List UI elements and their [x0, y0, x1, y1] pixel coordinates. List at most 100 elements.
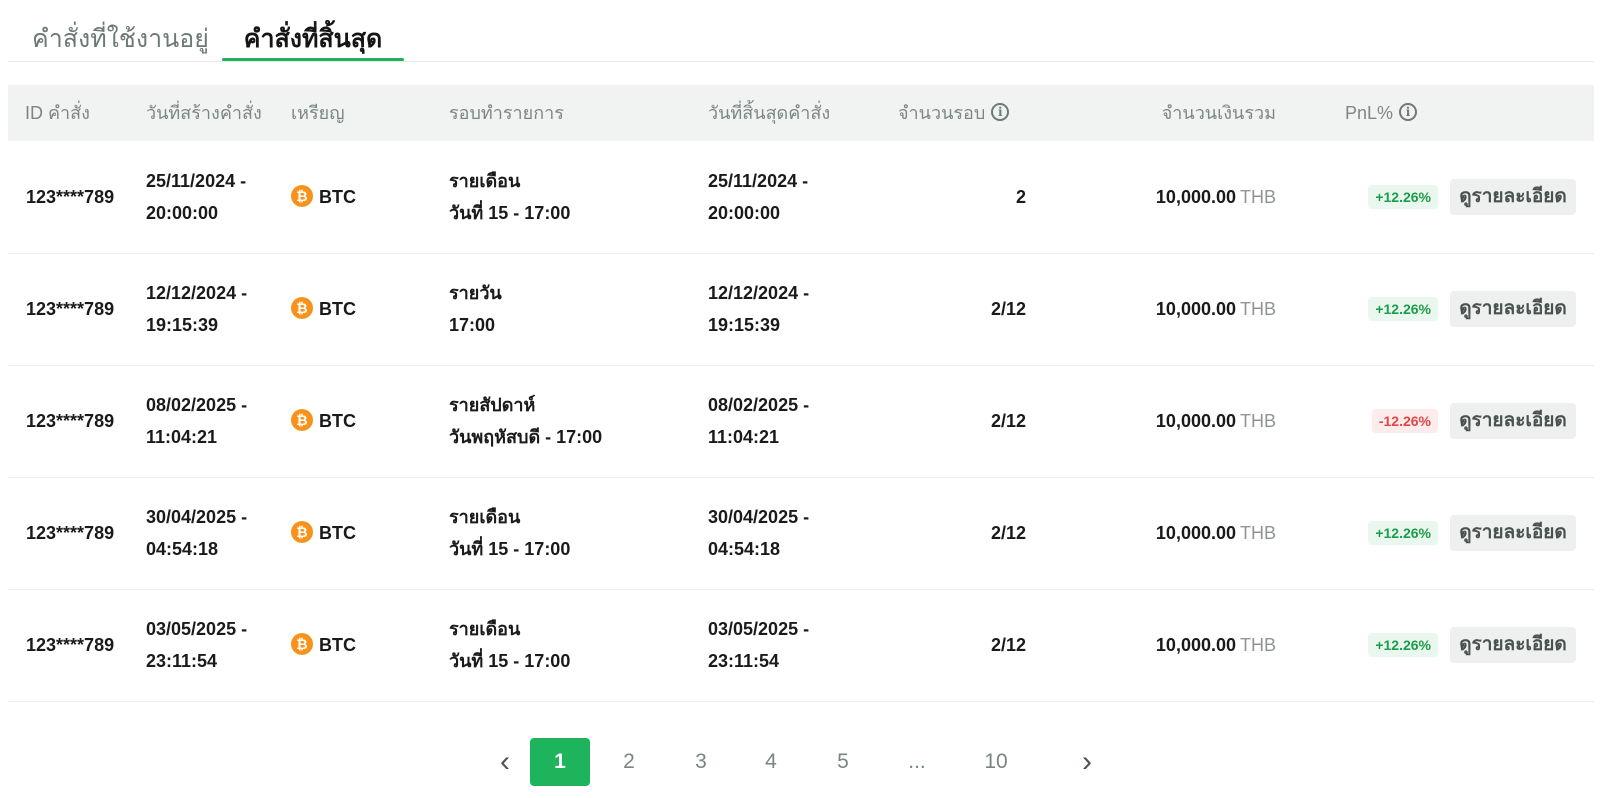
rounds: 2/12 — [990, 523, 1026, 543]
end-datetime: 30/04/2025 - 04:54:18 — [708, 501, 809, 565]
currency: THB — [1240, 635, 1276, 655]
cycle-title: รายวัน — [449, 283, 502, 303]
created-time: 04:54:18 — [146, 539, 219, 559]
bitcoin-icon: ₿ — [291, 297, 313, 320]
pnl-badge: +12.26% — [1368, 521, 1438, 545]
amount-value: 10,000.00 — [1155, 635, 1236, 655]
page-button[interactable]: 3 — [672, 738, 730, 786]
coin: ₿ BTC — [291, 365, 356, 477]
cycle: รายวัน 17:00 — [449, 277, 502, 341]
end-date: 25/11/2024 - — [708, 171, 809, 191]
coin-symbol: BTC — [319, 523, 356, 543]
table-header: ID คำสั่ง วันที่สร้างคำสั่ง เหรียญ รอบทำ… — [8, 85, 1594, 141]
header-pnl: PnL% i — [1345, 85, 1418, 141]
rounds: 2 — [1015, 187, 1026, 207]
page-button[interactable]: 10 — [966, 738, 1026, 786]
table-row: 123****789 30/04/2025 - 04:54:18 ₿ BTC รายเดื… — [8, 477, 1594, 590]
created-datetime: 30/04/2025 - 04:54:18 — [146, 501, 247, 565]
created-time: 23:11:54 — [146, 651, 218, 671]
cycle-title: รายเดือน — [449, 507, 521, 527]
tab-ended-orders[interactable]: คำสั่งที่สิ้นสุด — [222, 22, 404, 61]
order-id: 123****789 — [26, 411, 115, 431]
page-ellipsis: ... — [908, 750, 926, 773]
end-datetime: 03/05/2025 - 23:11:54 — [708, 613, 809, 677]
end-datetime: 25/11/2024 - 20:00:00 — [708, 165, 808, 229]
table-row: 123****789 03/05/2025 - 23:11:54 ₿ BTC รายเดื… — [8, 589, 1594, 702]
header-amount: จำนวนเงินรวม — [1161, 103, 1276, 123]
table-row: 123****789 25/11/2024 - 20:00:00 ₿ BTC รายเดื… — [8, 141, 1594, 254]
order-id: 123****789 — [26, 187, 115, 207]
currency: THB — [1240, 523, 1276, 543]
order-id: 123****789 — [26, 299, 115, 319]
amount-value: 10,000.00 — [1155, 411, 1236, 431]
rounds: 2/12 — [990, 635, 1026, 655]
table-row: 123****789 12/12/2024 - 19:15:39 ₿ BTC รายวัน… — [8, 253, 1594, 366]
rounds: 2/12 — [990, 299, 1026, 319]
orders-page: คำสั่งที่ใช้งานอยู่ คำสั่งที่สิ้นสุด ID … — [0, 0, 1600, 798]
coin-symbol: BTC — [319, 635, 356, 655]
order-id: 123****789 — [26, 523, 115, 543]
currency: THB — [1240, 299, 1276, 319]
amount-value: 10,000.00 — [1155, 187, 1236, 207]
coin-symbol: BTC — [319, 299, 356, 319]
end-datetime: 12/12/2024 - 19:15:39 — [708, 277, 809, 341]
coin-symbol: BTC — [319, 187, 356, 207]
currency: THB — [1240, 411, 1276, 431]
tab-active-orders[interactable]: คำสั่งที่ใช้งานอยู่ — [32, 22, 209, 60]
info-icon[interactable]: i — [991, 103, 1010, 122]
amount: 10,000.00 THB — [1156, 141, 1276, 253]
amount-value: 10,000.00 — [1155, 523, 1236, 543]
header-rounds: จำนวนรอบ i — [898, 85, 1010, 141]
cycle: รายเดือน วันที่ 15 - 17:00 — [449, 613, 570, 677]
cycle-detail: วันที่ 15 - 17:00 — [449, 651, 571, 671]
pnl-badge: -12.26% — [1371, 409, 1438, 433]
end-date: 03/05/2025 - — [708, 619, 810, 639]
page-button[interactable]: 4 — [742, 738, 800, 786]
view-details-button[interactable]: ดูรายละเอียด — [1450, 515, 1576, 551]
created-date: 30/04/2025 - — [146, 507, 248, 527]
coin: ₿ BTC — [291, 477, 356, 589]
pnl-badge: +12.26% — [1368, 297, 1438, 321]
created-date: 25/11/2024 - — [146, 171, 247, 191]
created-date: 12/12/2024 - — [146, 283, 248, 303]
header-end: วันที่สิ้นสุดคำสั่ง — [708, 103, 831, 123]
created-datetime: 08/02/2025 - 11:04:21 — [146, 389, 247, 453]
coin: ₿ BTC — [291, 589, 356, 701]
end-time: 20:00:00 — [708, 203, 781, 223]
created-time: 20:00:00 — [146, 203, 219, 223]
created-datetime: 03/05/2025 - 23:11:54 — [146, 613, 247, 677]
bitcoin-icon: ₿ — [291, 633, 313, 656]
page-button[interactable]: 2 — [600, 738, 658, 786]
header-rounds-label: จำนวนรอบ — [898, 103, 986, 123]
page-button[interactable]: 5 — [814, 738, 872, 786]
created-date: 03/05/2025 - — [146, 619, 248, 639]
end-date: 08/02/2025 - — [708, 395, 810, 415]
info-icon[interactable]: i — [1399, 103, 1418, 122]
page-button-current[interactable]: 1 — [530, 738, 590, 786]
prev-page-icon[interactable]: ‹ — [490, 738, 520, 786]
view-details-button[interactable]: ดูรายละเอียด — [1450, 403, 1576, 439]
created-datetime: 12/12/2024 - 19:15:39 — [146, 277, 247, 341]
coin: ₿ BTC — [291, 253, 356, 365]
bitcoin-icon: ₿ — [291, 185, 313, 208]
amount: 10,000.00 THB — [1156, 365, 1276, 477]
header-cycle: รอบทำรายการ — [449, 103, 564, 123]
created-time: 19:15:39 — [146, 315, 219, 335]
cycle-title: รายเดือน — [449, 171, 521, 191]
view-details-button[interactable]: ดูรายละเอียด — [1450, 179, 1576, 215]
order-id: 123****789 — [26, 635, 115, 655]
end-date: 12/12/2024 - — [708, 283, 810, 303]
header-coin: เหรียญ — [291, 103, 345, 123]
next-page-icon[interactable]: › — [1072, 738, 1102, 786]
bitcoin-icon: ₿ — [291, 521, 313, 544]
pnl-badge: +12.26% — [1368, 185, 1438, 209]
amount-value: 10,000.00 — [1155, 299, 1236, 319]
view-details-button[interactable]: ดูรายละเอียด — [1450, 291, 1576, 327]
cycle-detail: วันที่ 15 - 17:00 — [449, 539, 571, 559]
amount: 10,000.00 THB — [1156, 477, 1276, 589]
rounds: 2/12 — [990, 411, 1026, 431]
created-time: 11:04:21 — [146, 427, 218, 447]
view-details-button[interactable]: ดูรายละเอียด — [1450, 627, 1576, 663]
pagination: ‹ 1 2 3 4 5... 10 › — [0, 738, 1600, 786]
end-date: 30/04/2025 - — [708, 507, 810, 527]
